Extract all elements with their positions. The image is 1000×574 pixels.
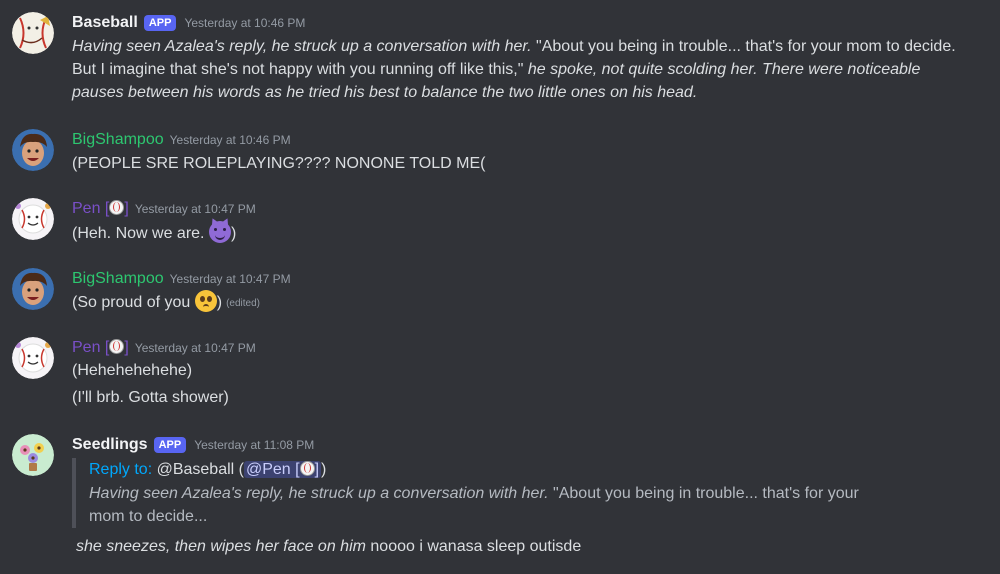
message-text: (I'll brb. Gotta shower) <box>72 389 229 406</box>
message-header: Pen [] Yesterday at 10:47 PM <box>72 338 256 358</box>
reply-to-link[interactable]: Reply to: <box>89 461 152 478</box>
avatar-bigshampoo[interactable] <box>12 268 54 310</box>
message-header: Seedlings APP Yesterday at 11:08 PM <box>72 435 314 455</box>
pleading-face-emoji-icon <box>194 290 217 312</box>
username[interactable]: Pen [] <box>72 200 129 218</box>
message-line: pauses between his words as he tried his… <box>72 81 697 104</box>
timestamp[interactable]: Yesterday at 10:46 PM <box>184 16 305 30</box>
username[interactable]: Baseball <box>72 14 138 32</box>
baseball-icon <box>109 339 125 354</box>
baseball-icon <box>299 461 315 476</box>
username-text: Pen <box>72 339 101 356</box>
mention-text: @Pen [ <box>245 461 300 478</box>
tag-bracket: ] <box>124 200 129 217</box>
message-text: (PEOPLE SRE ROLEPLAYING???? NONONE TOLD … <box>72 155 486 172</box>
avatar-pen[interactable] <box>12 337 54 379</box>
message-header: Baseball APP Yesterday at 10:46 PM <box>72 13 305 33</box>
username[interactable]: BigShampoo <box>72 131 164 149</box>
tag-bracket: ] <box>124 339 129 356</box>
baseball-avatar-icon <box>12 12 54 54</box>
plain-text: "About you being in trouble... that's fo… <box>548 485 859 502</box>
avatar-baseball[interactable] <box>12 12 54 54</box>
reply-header: Reply to: @Baseball (@Pen []) <box>89 458 889 482</box>
smiling-devil-emoji-icon <box>208 221 231 243</box>
italic-text: he spoke, not quite scolding her. There … <box>523 61 921 78</box>
message-text: (So proud of you ) (edited) <box>72 290 260 315</box>
reply-body: Having seen Azalea's reply, he struck up… <box>89 482 889 505</box>
italic-text: pauses between his words as he tried his… <box>72 84 698 101</box>
message-header: Pen [] Yesterday at 10:47 PM <box>72 199 256 219</box>
timestamp[interactable]: Yesterday at 10:47 PM <box>135 202 256 216</box>
text-segment: (So proud of you <box>72 294 195 311</box>
app-badge: APP <box>143 15 177 31</box>
username[interactable]: BigShampoo <box>72 270 164 288</box>
reply-close: ) <box>321 461 327 478</box>
message-line: But I imagine that she's not happy with … <box>72 58 920 81</box>
edited-label: (edited) <box>226 298 260 309</box>
reply-target: @Baseball ( <box>152 461 244 478</box>
message-text: she sneezes, then wipes her face on him … <box>76 535 581 558</box>
message-text: (Heh. Now we are. ) <box>72 221 236 245</box>
reply-quote[interactable]: Reply to: @Baseball (@Pen []) Having see… <box>72 458 889 528</box>
chat-log: Baseball APP Yesterday at 10:46 PM Havin… <box>0 0 1000 574</box>
avatar-bigshampoo[interactable] <box>12 129 54 171</box>
username[interactable]: Pen [] <box>72 339 129 357</box>
pen-avatar-icon <box>12 337 54 379</box>
bigshampoo-avatar-icon <box>12 129 54 171</box>
pen-avatar-icon <box>12 198 54 240</box>
avatar-pen[interactable] <box>12 198 54 240</box>
username-text: Pen <box>72 200 101 217</box>
message-text: (Hehehehehehe) <box>72 362 193 379</box>
plain-text: "About you being in trouble... that's fo… <box>531 38 956 55</box>
avatar-seedlings[interactable] <box>12 434 54 476</box>
timestamp[interactable]: Yesterday at 10:46 PM <box>170 133 291 147</box>
text-segment: ) <box>230 225 237 242</box>
plain-text: noooo i wanasa sleep outisde <box>365 538 582 555</box>
app-badge: APP <box>153 437 187 453</box>
username[interactable]: Seedlings <box>72 436 148 454</box>
timestamp[interactable]: Yesterday at 10:47 PM <box>170 272 291 286</box>
mention-text: ] <box>314 461 320 478</box>
message-header: BigShampoo Yesterday at 10:46 PM <box>72 130 291 150</box>
text-segment: (Heh. Now we are. <box>72 225 209 242</box>
text-segment: ) <box>216 294 223 311</box>
user-mention[interactable]: @Pen [] <box>243 461 322 478</box>
italic-text: she sneezes, then wipes her face on him <box>76 538 366 555</box>
italic-text: Having seen Azalea's reply, he struck up… <box>72 38 532 55</box>
baseball-icon <box>109 200 125 215</box>
message-line: Having seen Azalea's reply, he struck up… <box>72 35 956 58</box>
italic-text: Having seen Azalea's reply, he struck up… <box>89 485 549 502</box>
seedlings-avatar-icon <box>12 434 54 476</box>
timestamp[interactable]: Yesterday at 10:47 PM <box>135 341 256 355</box>
plain-text: But I imagine that she's not happy with … <box>72 61 524 78</box>
bigshampoo-avatar-icon <box>12 268 54 310</box>
message-header: BigShampoo Yesterday at 10:47 PM <box>72 269 291 289</box>
timestamp[interactable]: Yesterday at 11:08 PM <box>194 438 314 452</box>
reply-body: mom to decide... <box>89 508 208 525</box>
